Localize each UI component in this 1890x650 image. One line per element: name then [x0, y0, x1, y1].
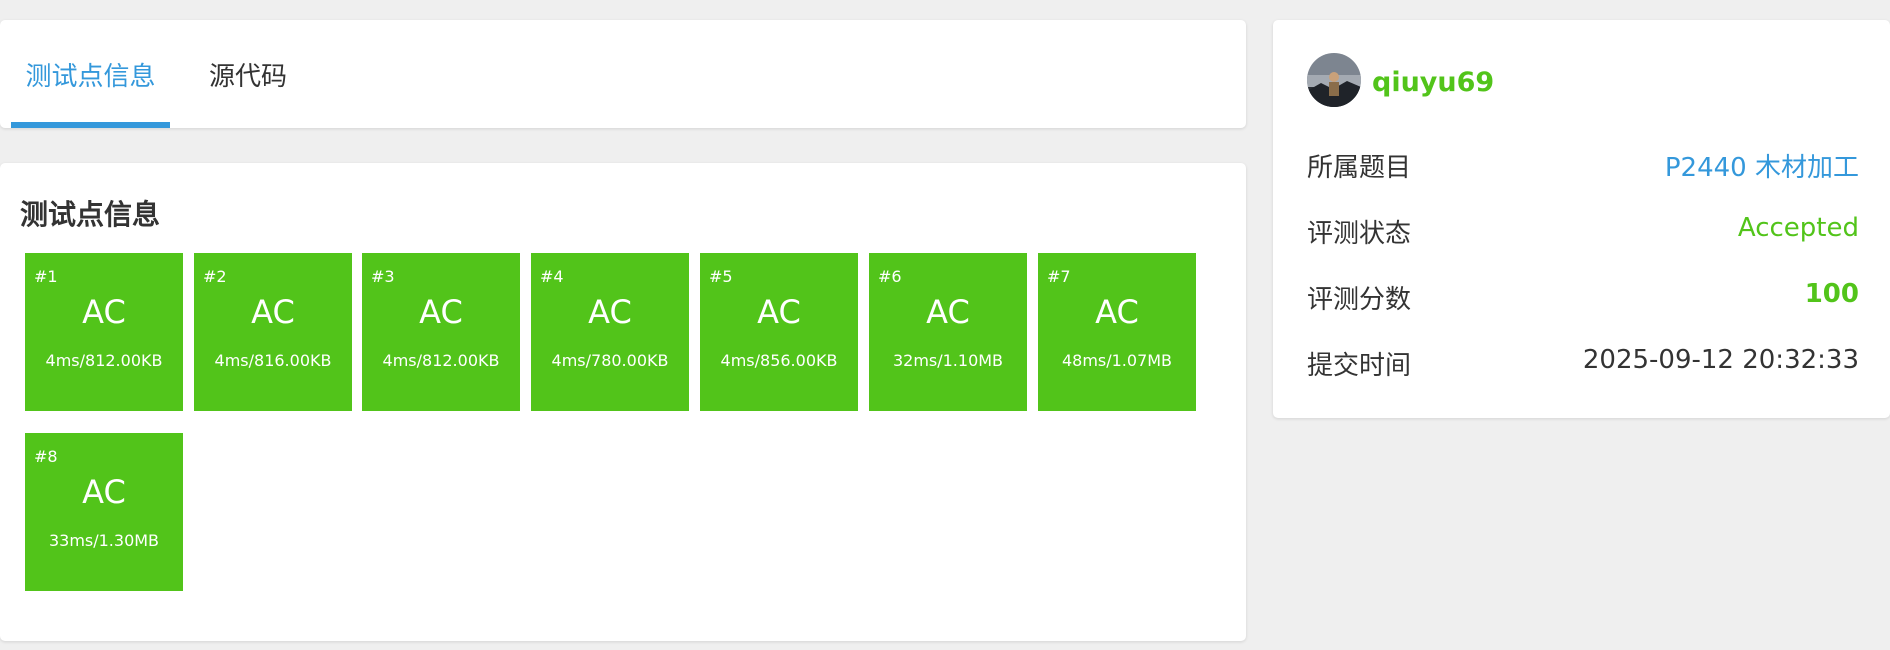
- test-case-resource: 4ms/780.00KB: [551, 351, 669, 370]
- test-case-5[interactable]: #5 AC 4ms/856.00KB: [700, 253, 858, 411]
- test-case-number: #3: [371, 267, 395, 286]
- score-label: 评测分数: [1307, 285, 1412, 315]
- test-case-status: AC: [251, 293, 295, 331]
- test-case-status: AC: [588, 293, 632, 331]
- problem-label: 所属题目: [1307, 153, 1412, 183]
- test-case-status: AC: [419, 293, 463, 331]
- tabs-card: 测试点信息 源代码: [0, 20, 1246, 128]
- test-case-2[interactable]: #2 AC 4ms/816.00KB: [194, 253, 352, 411]
- test-case-status: AC: [926, 293, 970, 331]
- test-case-number: #5: [709, 267, 733, 286]
- test-case-status: AC: [82, 293, 126, 331]
- test-case-resource: 4ms/816.00KB: [214, 351, 332, 370]
- test-case-resource: 4ms/812.00KB: [45, 351, 163, 370]
- test-case-resource: 32ms/1.10MB: [892, 351, 1004, 370]
- submit-time-value: 2025-09-12 20:32:33: [1582, 345, 1859, 375]
- test-case-resource: 48ms/1.07MB: [1061, 351, 1173, 370]
- test-case-number: #8: [34, 447, 58, 466]
- test-points-title: 测试点信息: [20, 198, 161, 231]
- test-case-resource: 4ms/812.00KB: [382, 351, 500, 370]
- test-case-4[interactable]: #4 AC 4ms/780.00KB: [531, 253, 689, 411]
- test-case-number: #2: [203, 267, 227, 286]
- test-points-panel: 测试点信息 #1 AC 4ms/812.00KB #2 AC 4ms/816.0…: [0, 163, 1246, 641]
- test-case-status: AC: [82, 473, 126, 511]
- submission-info-panel: qiuyu69 所属题目 P2440 木材加工 评测状态 Accepted 评测…: [1273, 20, 1890, 418]
- status-value: Accepted: [1737, 213, 1859, 243]
- tab-test-points[interactable]: 测试点信息: [11, 20, 170, 128]
- test-case-number: #6: [878, 267, 902, 286]
- username-link[interactable]: qiuyu69: [1372, 67, 1494, 98]
- submit-time-label: 提交时间: [1307, 351, 1412, 381]
- tab-source-code[interactable]: 源代码: [196, 20, 300, 128]
- score-row: 评测分数 100: [1307, 279, 1859, 319]
- avatar[interactable]: [1307, 53, 1361, 107]
- status-row: 评测状态 Accepted: [1307, 213, 1859, 253]
- test-case-3[interactable]: #3 AC 4ms/812.00KB: [362, 253, 520, 411]
- score-value: 100: [1804, 279, 1859, 309]
- test-case-resource: 33ms/1.30MB: [48, 531, 160, 550]
- test-case-number: #4: [540, 267, 564, 286]
- status-label: 评测状态: [1307, 219, 1412, 249]
- test-case-7[interactable]: #7 AC 48ms/1.07MB: [1038, 253, 1196, 411]
- problem-row: 所属题目 P2440 木材加工: [1307, 147, 1859, 187]
- test-case-8[interactable]: #8 AC 33ms/1.30MB: [25, 433, 183, 591]
- submit-time-row: 提交时间 2025-09-12 20:32:33: [1307, 345, 1859, 385]
- test-case-status: AC: [1095, 293, 1139, 331]
- test-case-number: #7: [1047, 267, 1071, 286]
- problem-link[interactable]: P2440 木材加工: [1665, 147, 1859, 184]
- test-case-status: AC: [757, 293, 801, 331]
- test-case-1[interactable]: #1 AC 4ms/812.00KB: [25, 253, 183, 411]
- user-avatar-image-icon: [1307, 53, 1361, 107]
- test-case-number: #1: [34, 267, 58, 286]
- test-case-resource: 4ms/856.00KB: [720, 351, 838, 370]
- test-case-6[interactable]: #6 AC 32ms/1.10MB: [869, 253, 1027, 411]
